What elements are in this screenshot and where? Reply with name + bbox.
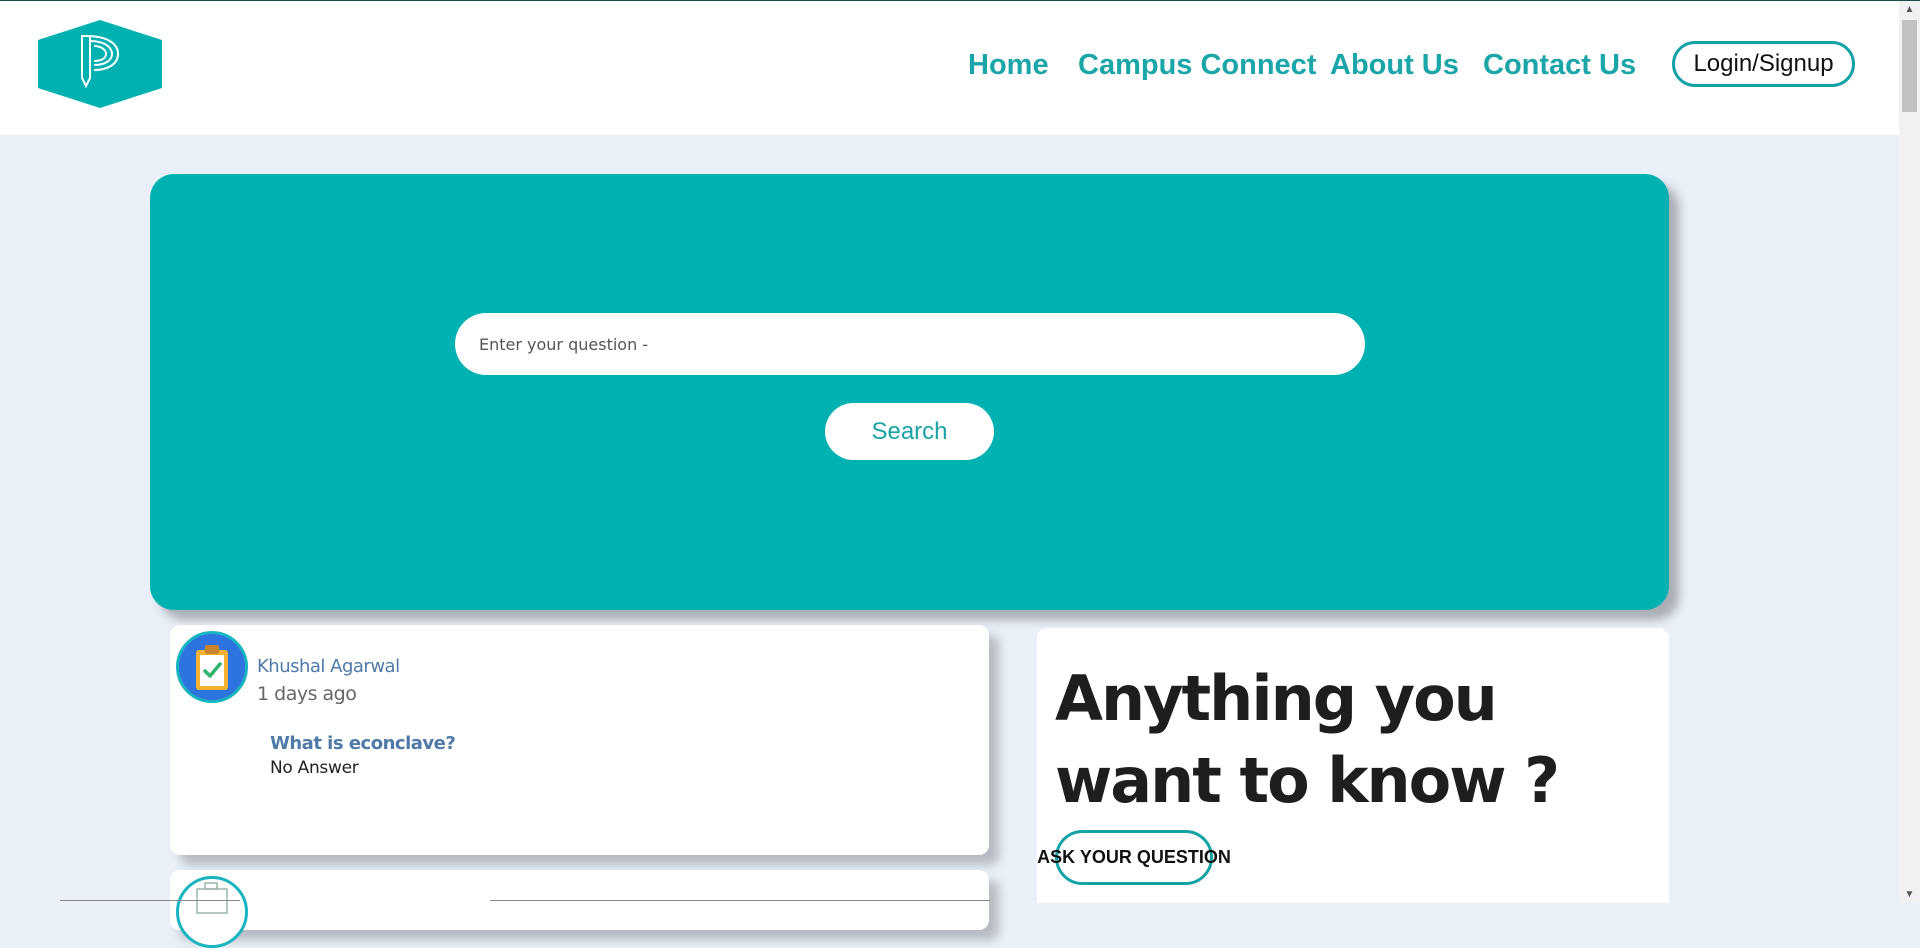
search-hero: Search [150, 174, 1669, 610]
page-scrollbar[interactable]: ▲ ▼ [1899, 1, 1920, 903]
question-answer: No Answer [270, 758, 359, 778]
search-button[interactable]: Search [825, 403, 994, 460]
ask-question-panel: Anything you want to know ? ASK YOUR QUE… [1037, 628, 1669, 903]
clipboard-check-icon [196, 645, 228, 690]
nav-about-us[interactable]: About Us [1330, 49, 1459, 82]
bottom-divider [490, 900, 990, 901]
scroll-down-arrow-icon[interactable]: ▼ [1899, 886, 1920, 903]
scroll-up-arrow-icon[interactable]: ▲ [1899, 1, 1920, 18]
question-card: Khushal Agarwal 1 days ago What is econc… [170, 625, 989, 855]
site-logo[interactable] [38, 20, 162, 108]
question-timestamp: 1 days ago [257, 683, 357, 705]
nav-contact-us[interactable]: Contact Us [1483, 49, 1636, 82]
avatar [176, 631, 248, 703]
site-header: Home Campus Connect About Us Contact Us … [0, 1, 1899, 135]
ask-question-button[interactable]: ASK YOUR QUESTION [1037, 830, 1231, 885]
question-title[interactable]: What is econclave? [270, 733, 456, 754]
avatar [176, 876, 248, 948]
ask-panel-title: Anything you want to know ? [1055, 662, 1560, 817]
diagram-avatar-icon [196, 882, 228, 914]
scroll-thumb[interactable] [1902, 20, 1917, 112]
pen-hexagon-logo-icon [38, 20, 162, 108]
nav-home[interactable]: Home [968, 49, 1049, 82]
nav-campus-connect[interactable]: Campus Connect [1078, 49, 1316, 82]
bottom-divider [60, 900, 240, 901]
question-author[interactable]: Khushal Agarwal [257, 656, 400, 677]
search-input[interactable] [455, 313, 1365, 375]
login-signup-button[interactable]: Login/Signup [1672, 41, 1855, 87]
